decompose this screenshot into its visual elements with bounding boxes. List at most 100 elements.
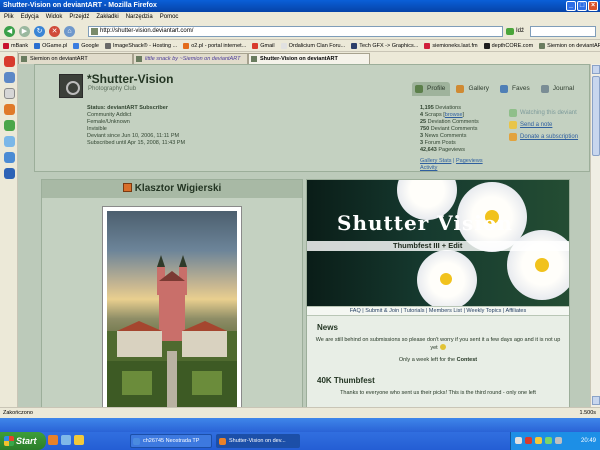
bookmark-item[interactable]: Ordalicium Clan Foru... [280,40,346,51]
start-button[interactable]: Start [0,432,46,450]
status-timing: 1.500s [579,410,596,416]
close-button[interactable]: × [588,1,598,11]
sidebar-settings-icon[interactable] [4,152,15,163]
bookmark-item[interactable]: Google [73,40,99,51]
contest-link[interactable]: Contest [457,357,477,363]
bookmark-favicon-icon [252,42,259,49]
monastery-illustration [107,255,237,407]
donate-subscription-link[interactable]: Donate a subscription [508,131,578,143]
stat-row: 3 Forum Posts [420,140,456,146]
bookmark-label: ImageShack® - Hosting ... [112,42,178,49]
show-desktop-icon[interactable] [61,435,71,445]
tab-profile[interactable]: Profile [412,82,451,96]
tab-siemion[interactable]: Siemion on deviantART [18,53,133,64]
group-nav-links[interactable]: FAQ | Submit & Join | Tutorials | Member… [307,306,569,316]
bookmark-favicon-icon [483,42,490,49]
stop-icon[interactable]: ✕ [49,26,60,37]
bookmark-item[interactable]: o2.pl - portal internet... [183,40,246,51]
journal-icon [540,85,549,93]
window-title-bar[interactable]: Shutter-Vision on deviantART - Mozilla F… [0,0,600,12]
send-note-link[interactable]: Send a note [508,119,578,131]
bookmark-item[interactable]: siemioneks.last.fm [424,40,478,51]
bookmark-label: o2.pl - portal internet... [191,42,247,49]
bookmark-label: OGame.pl [42,42,68,49]
bookmark-item[interactable]: Tech GFX -> Graphics... [351,40,418,51]
menu-item-widok[interactable]: Widok [46,12,63,23]
tab-gallery[interactable]: Gallery [453,82,494,96]
reload-icon[interactable]: ↻ [34,26,45,37]
menu-item-edycja[interactable]: Edycja [21,12,39,23]
menu-item-pomoc[interactable]: Pomoc [160,12,179,23]
sidebar-info-icon[interactable] [4,168,15,179]
sidebar-downloads-icon[interactable] [4,104,15,115]
tab-faves[interactable]: Faves [497,82,535,96]
scroll-down-icon[interactable] [592,396,600,405]
tray-antivirus-icon[interactable] [525,437,532,444]
sidebar-web-icon[interactable] [4,136,15,147]
menu-bar: Plik Edycja Widok Przejdź Zakładki Narzę… [0,12,600,23]
profile-stats: 1,195 Deviations 4 Scraps [browse] 25 De… [420,105,479,154]
search-input[interactable] [530,26,596,37]
profile-username[interactable]: *Shutter-Vision [87,72,173,86]
pageviews-link[interactable]: Pageviews [456,158,483,164]
featured-title[interactable]: Klasztor Wigierski [135,183,222,194]
bookmark-item[interactable]: Gmail [252,40,275,51]
bookmark-label: Ordalicium Clan Foru... [288,42,346,49]
minimize-button[interactable]: _ [566,1,576,11]
bookmark-item[interactable]: OGame.pl [34,40,67,51]
sidebar-bookmarks-icon[interactable] [4,72,15,83]
stat-links: Gallery Stats | Pageviews Activity [420,158,483,171]
menu-item-zakladki[interactable]: Zakładki [96,12,118,23]
go-button[interactable]: Idź [506,26,524,37]
bookmark-item[interactable]: Siemion on deviantART [539,40,600,51]
taskbar-upper [0,418,600,432]
url-bar[interactable]: http://shutter-vision.deviantart.com/ [88,26,503,37]
status-block: Status: deviantART Subscriber Community … [87,105,185,147]
explorer-launch-icon[interactable] [74,435,84,445]
status-line: Status: deviantART Subscriber [87,105,168,111]
forward-icon[interactable]: ▶ [19,26,30,37]
sidebar-history-icon[interactable] [4,88,15,99]
firefox-launch-icon[interactable] [48,435,58,445]
back-icon[interactable]: ◀ [4,26,15,37]
sidebar-close-icon[interactable] [4,56,15,67]
tab-strip: Siemion on deviantART little snack by ~S… [18,52,600,64]
activity-link[interactable]: Activity [420,165,437,171]
featured-thumbnail[interactable] [102,206,242,407]
browse-scraps-link[interactable]: browse [445,112,463,118]
scroll-thumb[interactable] [592,76,600,156]
banner-title: Shutter Vision [337,211,513,235]
taskbar-item-neostrada[interactable]: ch26745 Neostrada TP [130,434,212,448]
watch-deviant-link[interactable]: Watching this deviant [508,107,578,119]
tab-journal[interactable]: Journal [538,82,579,96]
menu-item-plik[interactable]: Plik [4,12,14,23]
bookmark-item[interactable]: mBank [3,40,28,51]
avatar[interactable] [59,74,83,98]
scroll-up-icon[interactable] [592,65,600,74]
bookmark-label: depthCORE.com [491,42,534,49]
sidebar-addons-icon[interactable] [4,120,15,131]
tab-shutter-vision[interactable]: Shutter-Vision on deviantART [248,53,370,64]
tab-favicon-icon [136,56,142,62]
firefox-icon [219,438,226,445]
tab-little-snack[interactable]: little snack by ~Siemion on deviantART [133,53,248,64]
menu-item-narzedzia[interactable]: Narzędzia [126,12,153,23]
taskbar-item-firefox[interactable]: Shutter-Vision on dev... [216,434,300,448]
bookmarks-toolbar: mBank OGame.pl Google ImageShack® - Hosting… [0,40,600,52]
tray-volume-icon[interactable] [545,437,552,444]
bookmark-item[interactable]: ImageShack® - Hosting ... [104,40,178,51]
profile-icon [415,85,423,93]
tray-messenger-icon[interactable] [535,437,542,444]
bookmark-item[interactable]: depthCORE.com [483,40,534,51]
tray-misc-icon[interactable] [555,437,562,444]
tray-network-icon[interactable] [515,437,522,444]
home-icon[interactable]: ⌂ [64,26,75,37]
bookmark-label: Siemion on deviantART [547,42,600,49]
profile-actions: Watching this deviant Send a note Donate… [508,107,578,143]
stat-row: 25 Deviation Comments [420,119,479,125]
page-scrollbar[interactable] [590,64,600,407]
maximize-button[interactable]: □ [577,1,587,11]
gallery-stats-link[interactable]: Gallery Stats [420,158,451,164]
menu-item-przejdz[interactable]: Przejdź [69,12,89,23]
group-banner[interactable]: Shutter Vision Thumbfest III + Edit [307,180,569,306]
